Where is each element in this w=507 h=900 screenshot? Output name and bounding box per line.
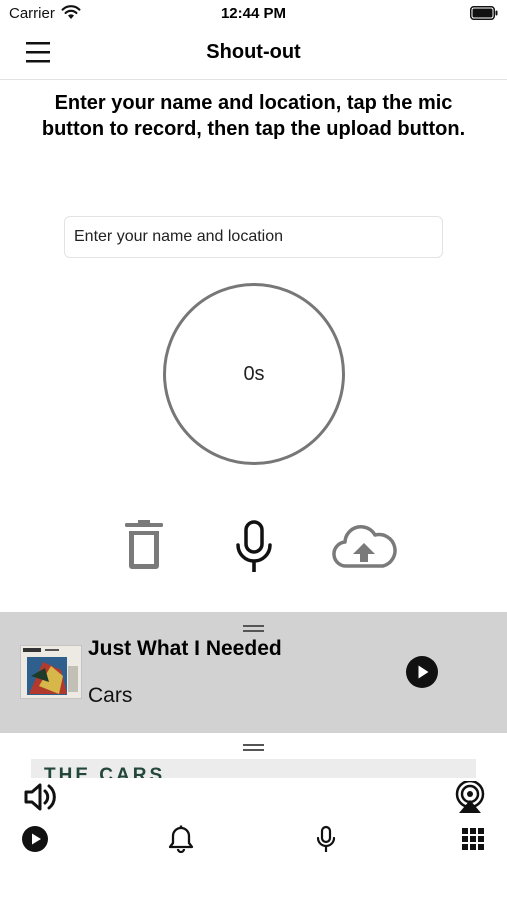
bell-icon [168,825,194,854]
recording-timer-circle: 0s [163,283,345,465]
microphone-icon [316,825,336,852]
grid-icon [462,828,484,850]
tab-shout-out[interactable] [312,825,340,853]
drag-handle-icon[interactable] [243,744,264,751]
battery-icon [470,6,498,25]
status-time: 12:44 PM [220,5,287,22]
tab-notifications[interactable] [167,825,195,854]
now-playing-panel[interactable]: Just What I Needed Cars [0,612,507,733]
airplay-icon[interactable] [454,779,486,813]
play-circle-icon[interactable] [406,656,438,688]
status-bar: Carrier 12:44 PM [0,0,507,28]
delete-recording-button[interactable] [122,520,166,572]
upload-button[interactable] [331,522,397,570]
play-circle-icon [22,826,48,852]
page-title: Shout-out [206,41,301,63]
bottom-bar [0,778,507,900]
album-banner-image: THE CARS [31,759,476,778]
tab-play[interactable] [21,825,49,853]
trash-icon [125,520,163,569]
timer-label: 0s [243,362,265,385]
record-mic-button[interactable] [233,520,275,574]
volume-icon[interactable] [24,782,56,812]
drag-handle-icon[interactable] [243,625,264,632]
tab-more[interactable] [459,825,487,853]
name-location-input[interactable] [64,216,443,258]
track-title: Just What I Needed [88,637,282,660]
nav-bar: Shout-out [0,28,507,80]
instructions-text: Enter your name and location, tap the mi… [41,92,466,140]
microphone-icon [236,520,272,572]
banner-text: THE CARS [44,765,166,778]
cloud-upload-icon [332,525,397,568]
album-art-image[interactable] [20,645,82,699]
track-artist: Cars [88,684,133,707]
